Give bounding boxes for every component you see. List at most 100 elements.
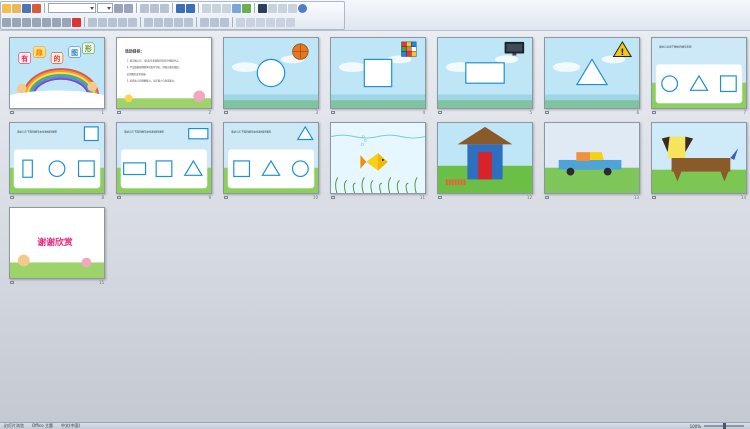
quick-styles-icon[interactable]: [236, 17, 245, 27]
align-left-icon[interactable]: [144, 17, 153, 27]
line-spacing-icon[interactable]: [128, 17, 137, 27]
cut-icon[interactable]: [150, 3, 159, 13]
slide-canvas[interactable]: 请幼儿在下面的图形中找出相同图形: [223, 122, 319, 194]
slide-transition-icon[interactable]: [652, 196, 656, 199]
redo-icon[interactable]: [186, 3, 195, 13]
zoom-slider[interactable]: [704, 423, 744, 429]
shape-outline-icon[interactable]: [256, 17, 265, 27]
slide-transition-icon[interactable]: [438, 111, 442, 114]
decrease-indent-icon[interactable]: [108, 17, 117, 27]
underline-icon[interactable]: [22, 17, 31, 27]
slide-canvas[interactable]: 活动目标： 1. 能正确认识、(说出)常见图形的名称并感知特点。 2. 学会根据观察…: [116, 37, 212, 109]
slide-thumbnail-8[interactable]: 请幼儿在下面的图形中找出相同图形 8: [9, 122, 105, 200]
zoom-control[interactable]: 100%: [690, 423, 750, 429]
paste-icon[interactable]: [140, 3, 149, 13]
change-case-icon[interactable]: [62, 17, 71, 27]
slide-canvas[interactable]: [330, 122, 426, 194]
layout-icon[interactable]: [212, 3, 221, 13]
shapes-icon[interactable]: [268, 3, 277, 13]
slide-canvas[interactable]: [223, 37, 319, 109]
slide-transition-icon[interactable]: [117, 111, 121, 114]
slide-sorter-pane[interactable]: 有趣的 图形 1 活动目标： 1. 能正确认识、(说出)常见图形的名称并感知特点。 2. …: [0, 31, 750, 422]
strikethrough-icon[interactable]: [32, 17, 41, 27]
slide-canvas[interactable]: [330, 37, 426, 109]
picture-icon[interactable]: [242, 3, 251, 13]
slide-thumbnail-15[interactable]: 谢谢欣赏 15: [9, 207, 105, 285]
slide-canvas[interactable]: 请幼儿在下面的图形中找出相同图形: [9, 122, 105, 194]
car-cabin-left: [576, 152, 591, 161]
table-icon[interactable]: [222, 3, 231, 13]
bold-icon[interactable]: [2, 17, 11, 27]
undo-icon[interactable]: [176, 3, 185, 13]
slide-canvas[interactable]: 有趣的 图形: [9, 37, 105, 109]
slide-canvas[interactable]: [544, 122, 640, 194]
align-text-icon[interactable]: [210, 17, 219, 27]
find-icon[interactable]: [276, 17, 285, 27]
slide-canvas[interactable]: 请幼儿在下面的图形中找出相同图形: [116, 122, 212, 194]
slide-thumbnail-6[interactable]: ! 6: [544, 37, 640, 115]
bullets-icon[interactable]: [88, 17, 97, 27]
align-right-icon[interactable]: [164, 17, 173, 27]
shrink-font-icon[interactable]: [124, 3, 133, 13]
char-spacing-icon[interactable]: [52, 17, 61, 27]
align-center-icon[interactable]: [154, 17, 163, 27]
font-color-icon[interactable]: [72, 17, 81, 27]
slide-canvas[interactable]: 谢谢欣赏: [9, 207, 105, 279]
slide-transition-icon[interactable]: [331, 111, 335, 114]
slide-transition-icon[interactable]: [331, 196, 335, 199]
shape-effects-icon[interactable]: [266, 17, 275, 27]
fill-color-icon[interactable]: [258, 3, 267, 13]
slide-thumbnail-13[interactable]: 13: [544, 122, 640, 200]
slide-thumbnail-14[interactable]: 14: [651, 122, 747, 200]
new-slide-icon[interactable]: [202, 3, 211, 13]
text-direction-icon[interactable]: [200, 17, 209, 27]
font-size-dropdown[interactable]: [97, 3, 113, 13]
zoom-icon[interactable]: [288, 3, 297, 13]
slide-transition-icon[interactable]: [224, 196, 228, 199]
slide-transition-icon[interactable]: [10, 281, 14, 284]
slide-canvas[interactable]: [437, 37, 533, 109]
slide-transition-icon[interactable]: [652, 111, 656, 114]
shadow-icon[interactable]: [42, 17, 51, 27]
slide-transition-icon[interactable]: [545, 196, 549, 199]
arrange-icon[interactable]: [278, 3, 287, 13]
numbering-icon[interactable]: [98, 17, 107, 27]
columns-icon[interactable]: [184, 17, 193, 27]
slide-thumbnail-11[interactable]: 11: [330, 122, 426, 200]
italic-icon[interactable]: [12, 17, 21, 27]
replace-icon[interactable]: [286, 17, 295, 27]
print-icon[interactable]: [32, 3, 41, 13]
slide-canvas[interactable]: [437, 122, 533, 194]
smartart-icon[interactable]: [220, 17, 229, 27]
slide-transition-icon[interactable]: [224, 111, 228, 114]
justify-icon[interactable]: [174, 17, 183, 27]
chart-icon[interactable]: [232, 3, 241, 13]
increase-indent-icon[interactable]: [118, 17, 127, 27]
slide-thumbnail-10[interactable]: 请幼儿在下面的图形中找出相同图形 10: [223, 122, 319, 200]
slide-transition-icon[interactable]: [438, 196, 442, 199]
font-name-dropdown[interactable]: [48, 3, 96, 13]
slide-transition-icon[interactable]: [545, 111, 549, 114]
slide-thumbnail-12[interactable]: 12: [437, 122, 533, 200]
zoom-slider-knob[interactable]: [723, 423, 726, 429]
slide-thumbnail-1[interactable]: 有趣的 图形 1: [9, 37, 105, 115]
slide-transition-icon[interactable]: [10, 196, 14, 199]
open-folder-icon[interactable]: [12, 3, 21, 13]
copy-icon[interactable]: [160, 3, 169, 13]
slide-thumbnail-9[interactable]: 请幼儿在下面的图形中找出相同图形 9: [116, 122, 212, 200]
slide-thumbnail-4[interactable]: 4: [330, 37, 426, 115]
new-file-icon[interactable]: [2, 3, 11, 13]
slide-thumbnail-2[interactable]: 活动目标： 1. 能正确认识、(说出)常见图形的名称并感知特点。 2. 学会根据观察…: [116, 37, 212, 115]
help-icon[interactable]: [298, 3, 307, 13]
slide-transition-icon[interactable]: [10, 111, 14, 114]
slide-canvas[interactable]: [651, 122, 747, 194]
slide-canvas[interactable]: 请幼儿说出下图中的图形名称: [651, 37, 747, 109]
slide-canvas[interactable]: !: [544, 37, 640, 109]
grow-font-icon[interactable]: [114, 3, 123, 13]
shape-fill-icon[interactable]: [246, 17, 255, 27]
slide-thumbnail-7[interactable]: 请幼儿说出下图中的图形名称 7: [651, 37, 747, 115]
slide-thumbnail-3[interactable]: 3: [223, 37, 319, 115]
slide-transition-icon[interactable]: [117, 196, 121, 199]
save-icon[interactable]: [22, 3, 31, 13]
slide-thumbnail-5[interactable]: 5: [437, 37, 533, 115]
